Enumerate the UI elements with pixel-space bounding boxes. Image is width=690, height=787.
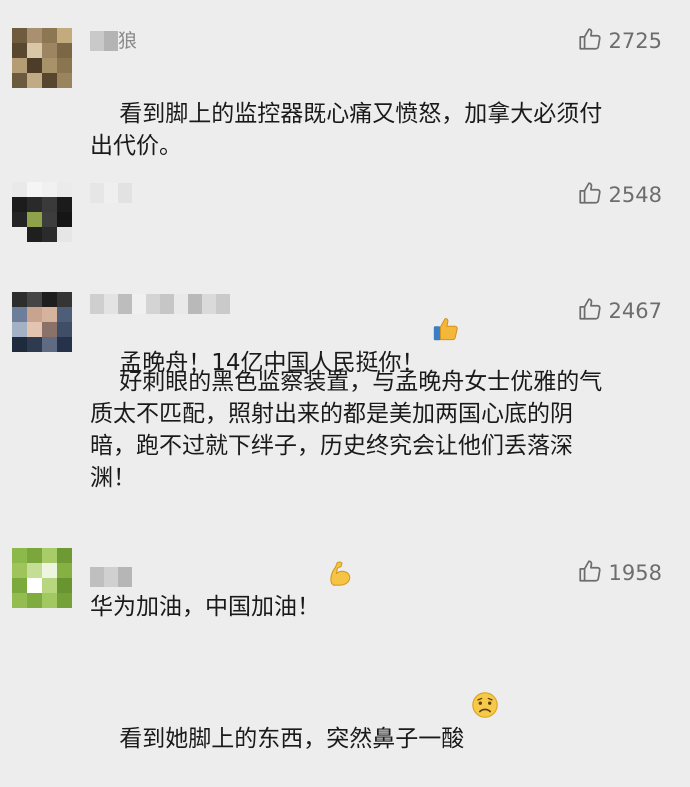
- like-count: 2548: [608, 183, 662, 207]
- avatar[interactable]: [12, 292, 72, 352]
- thumbs-up-icon: [577, 180, 603, 211]
- avatar[interactable]: [12, 182, 72, 242]
- sad-face-emoji-icon: [470, 626, 500, 718]
- like-count: 2467: [608, 299, 662, 323]
- thumbs-up-icon: [577, 558, 603, 589]
- like-button[interactable]: 2467: [577, 296, 662, 327]
- like-button[interactable]: 2725: [577, 26, 662, 57]
- like-button[interactable]: 2548: [577, 180, 662, 211]
- username-text: 狼: [118, 30, 138, 52]
- username[interactable]: [90, 182, 132, 204]
- blurred-username: [90, 31, 118, 51]
- avatar[interactable]: [12, 548, 72, 608]
- like-count: 1958: [608, 561, 662, 585]
- username[interactable]: [90, 566, 132, 588]
- comment-text: 看到脚上的监控器既心痛又愤怒，加拿大必须付 出代价。: [90, 66, 670, 194]
- like-button[interactable]: 1958: [577, 558, 662, 589]
- thumbs-up-icon: [577, 296, 603, 327]
- like-count: 2725: [608, 29, 662, 53]
- username[interactable]: [90, 293, 230, 315]
- username[interactable]: 狼: [90, 30, 137, 52]
- comment-text-content: 看到脚上的监控器既心痛又愤怒，加拿大必须付 出代价。: [90, 101, 603, 159]
- thumbs-up-emoji-icon: [431, 250, 461, 341]
- blurred-username: [90, 567, 132, 587]
- blurred-username: [90, 294, 230, 314]
- comment-text-content: 看到她脚上的东西，突然鼻子一酸: [119, 726, 465, 752]
- avatar[interactable]: [12, 28, 72, 88]
- blurred-username: [90, 183, 132, 203]
- flexed-biceps-emoji-icon: [326, 494, 356, 586]
- thumbs-up-icon: [577, 26, 603, 57]
- comment-text: 看到她脚上的东西，突然鼻子一酸: [90, 594, 670, 787]
